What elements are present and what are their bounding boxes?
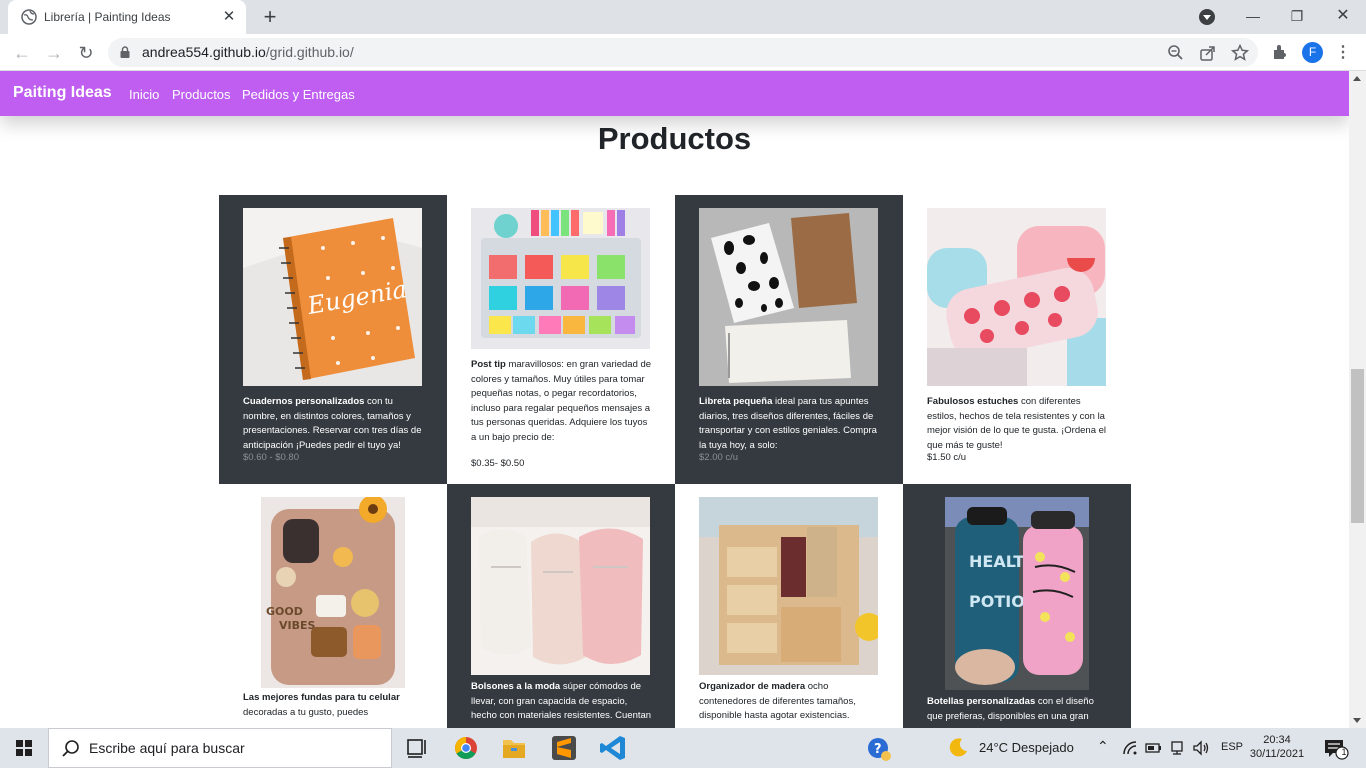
clock-date: 30/11/2021	[1249, 748, 1305, 760]
product-image	[471, 497, 650, 675]
product-image: HEALTH POTION	[945, 497, 1089, 690]
nav-link-productos[interactable]: Productos	[172, 87, 231, 102]
file-explorer-icon[interactable]	[494, 732, 534, 764]
help-icon[interactable]: ?	[866, 736, 892, 762]
product-image	[471, 208, 650, 349]
address-bar[interactable]: andrea554.github.io/grid.github.io/	[108, 38, 1258, 67]
page-viewport: Paiting Ideas Inicio Productos Pedidos y…	[0, 71, 1349, 728]
product-description: Organizador de madera ocho contenedores …	[699, 681, 856, 721]
globe-icon	[21, 9, 37, 25]
moon-weather-icon	[949, 738, 967, 757]
product-description: Las mejores fundas para tu celular decor…	[243, 692, 400, 718]
chevron-up-icon[interactable]: ⌃	[1097, 738, 1109, 755]
product-card: Eugenia Cuadernos personalizados con tu …	[219, 195, 447, 484]
share-icon[interactable]	[1198, 43, 1218, 63]
product-price: $2.00 c/u	[699, 452, 739, 463]
notification-count: 1	[1341, 747, 1347, 757]
vscode-icon[interactable]	[594, 732, 634, 764]
battery-icon[interactable]	[1145, 741, 1163, 755]
scroll-down-icon[interactable]	[1353, 718, 1361, 723]
tab-title: Librería | Painting Ideas	[44, 10, 171, 24]
browser-tab[interactable]: Librería | Painting Ideas ✕	[8, 0, 246, 34]
search-placeholder: Escribe aquí para buscar	[89, 740, 245, 756]
scrollbar-thumb[interactable]	[1351, 369, 1364, 523]
product-price: $0.60 - $0.80	[243, 452, 299, 463]
volume-icon[interactable]	[1192, 740, 1210, 756]
close-window-button[interactable]: ✕	[1326, 4, 1360, 28]
product-image: GOOD VIBES	[261, 497, 405, 688]
close-tab-icon[interactable]: ✕	[220, 8, 238, 26]
site-navbar: Paiting Ideas Inicio Productos Pedidos y…	[0, 71, 1349, 116]
taskbar-clock[interactable]: 20:34 30/11/2021	[1246, 733, 1308, 761]
nav-link-inicio[interactable]: Inicio	[129, 87, 159, 102]
bookmark-star-icon[interactable]	[1230, 43, 1250, 63]
lock-icon	[120, 46, 130, 58]
product-price: $0.35- $0.50	[471, 458, 525, 469]
task-view-icon[interactable]	[396, 732, 436, 764]
nav-link-pedidos[interactable]: Pedidos y Entregas	[242, 87, 355, 102]
svg-text:GOOD: GOOD	[266, 605, 303, 618]
product-card: HEALTH POTION Botellas personalizadas co…	[903, 484, 1131, 728]
product-image	[927, 208, 1106, 386]
product-card: GOOD VIBES Las mejores fundas para tu ce…	[219, 484, 447, 728]
zoom-icon[interactable]	[1166, 43, 1186, 63]
windows-start-icon[interactable]	[0, 728, 48, 768]
product-description: Post tip maravillosos: en gran variedad …	[471, 359, 652, 443]
minimize-button[interactable]: —	[1236, 4, 1270, 28]
tab-search-dropdown-icon[interactable]	[1199, 9, 1215, 25]
product-card: Organizador de madera ocho contenedores …	[675, 484, 903, 728]
language-indicator[interactable]: ESP	[1221, 741, 1243, 753]
product-card: Bolsones a la moda súper cómodos de llev…	[447, 484, 675, 728]
site-brand[interactable]: Paiting Ideas	[13, 84, 112, 102]
sublime-text-icon[interactable]	[544, 732, 584, 764]
product-image: Eugenia	[243, 208, 422, 386]
product-card: Fabulosos estuches con diferentes estilo…	[903, 195, 1131, 484]
url-text: andrea554.github.io/grid.github.io/	[142, 44, 354, 60]
weather-text[interactable]: 24°C Despejado	[979, 740, 1074, 755]
product-image	[699, 208, 878, 386]
taskbar-search-input[interactable]: Escribe aquí para buscar	[48, 728, 392, 768]
product-description: Fabulosos estuches con diferentes estilo…	[927, 396, 1107, 451]
page-scrollbar[interactable]	[1349, 71, 1366, 728]
browser-toolbar: ← → ↻ andrea554.github.io/grid.github.io…	[0, 34, 1366, 71]
windows-taskbar: Escribe aquí para buscar ? 24°C Despejad…	[0, 728, 1366, 768]
product-price: $1.50 c/u	[927, 452, 967, 463]
forward-button[interactable]: →	[41, 40, 67, 66]
network-icon[interactable]	[1169, 740, 1185, 756]
restore-button[interactable]: ❐	[1280, 4, 1314, 28]
page-title: Productos	[597, 121, 752, 156]
product-description: Libreta pequeña ideal para tus apuntes d…	[699, 396, 877, 451]
svg-text:?: ?	[874, 742, 882, 757]
product-card: Post tip maravillosos: en gran variedad …	[447, 195, 675, 484]
search-icon	[62, 740, 79, 757]
product-description: Botellas personalizadas con el diseño qu…	[927, 696, 1094, 722]
back-button[interactable]: ←	[9, 40, 35, 66]
scroll-up-icon[interactable]	[1353, 76, 1361, 81]
profile-avatar[interactable]: F	[1302, 42, 1323, 63]
browser-tab-strip: Librería | Painting Ideas ✕ + — ❐ ✕	[0, 0, 1366, 34]
product-description: Cuadernos personalizados con tu nombre, …	[243, 396, 422, 451]
svg-text:VIBES: VIBES	[279, 619, 316, 632]
chrome-icon[interactable]	[446, 732, 486, 764]
clock-time: 20:34	[1263, 734, 1291, 746]
reload-button[interactable]: ↻	[73, 40, 99, 66]
menu-icon[interactable]: ⋮	[1333, 43, 1353, 63]
product-image	[699, 497, 878, 675]
wifi-icon[interactable]	[1122, 740, 1138, 756]
product-description: Bolsones a la moda súper cómodos de llev…	[471, 681, 652, 721]
extensions-icon[interactable]	[1270, 42, 1290, 62]
product-card: Libreta pequeña ideal para tus apuntes d…	[675, 195, 903, 484]
new-tab-button[interactable]: +	[258, 6, 282, 30]
